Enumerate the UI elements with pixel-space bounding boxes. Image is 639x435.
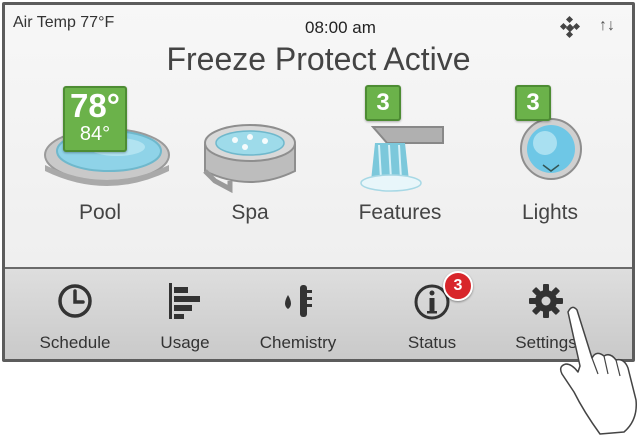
sync-arrows-icon: ↑↓ bbox=[599, 17, 615, 34]
features-count-badge: 3 bbox=[365, 85, 401, 121]
tile-label-spa: Spa bbox=[231, 201, 269, 224]
spa-icon bbox=[203, 124, 296, 194]
bottom-nav: Schedule Usage Chemistry 3 Status Settin… bbox=[5, 269, 632, 359]
clock-readout: 08:00 am bbox=[305, 18, 376, 37]
nav-chemistry[interactable]: Chemistry bbox=[243, 269, 353, 359]
nav-label-usage: Usage bbox=[160, 333, 210, 352]
status-bar: Air Temp 77°F 08:00 am Freeze Protect Ac… bbox=[5, 5, 632, 85]
pool-temp-badge: 78° 84° bbox=[63, 86, 127, 152]
nav-label-status: Status bbox=[407, 333, 457, 352]
chemistry-icon bbox=[285, 285, 312, 317]
tile-spa[interactable]: Spa bbox=[175, 85, 325, 245]
status-alert-badge: 3 bbox=[443, 271, 473, 301]
lights-count-badge: 3 bbox=[515, 85, 551, 121]
nav-usage[interactable]: Usage bbox=[130, 269, 240, 359]
tile-label-lights: Lights bbox=[521, 201, 579, 224]
clock-icon bbox=[58, 284, 92, 318]
tile-label-pool: Pool bbox=[78, 201, 122, 224]
pool-set-temp: 84° bbox=[79, 123, 111, 145]
system-status-message: Freeze Protect Active bbox=[166, 41, 471, 77]
nav-label-chemistry: Chemistry bbox=[259, 333, 337, 352]
pool-current-temp: 78° bbox=[70, 87, 120, 124]
air-temp-readout: Air Temp 77°F bbox=[13, 14, 115, 31]
nav-label-schedule: Schedule bbox=[39, 333, 111, 352]
tile-label-features: Features bbox=[358, 201, 442, 224]
nav-status[interactable]: 3 Status bbox=[377, 269, 487, 359]
pointing-hand-icon bbox=[559, 306, 637, 435]
tile-pool[interactable]: 78° 84° Pool bbox=[25, 85, 175, 245]
tile-lights[interactable]: 3 Lights bbox=[475, 85, 625, 245]
bar-chart-icon bbox=[169, 283, 200, 319]
network-icon[interactable] bbox=[557, 15, 583, 41]
nav-schedule[interactable]: Schedule bbox=[20, 269, 130, 359]
tile-features[interactable]: 3 Features bbox=[325, 85, 475, 245]
